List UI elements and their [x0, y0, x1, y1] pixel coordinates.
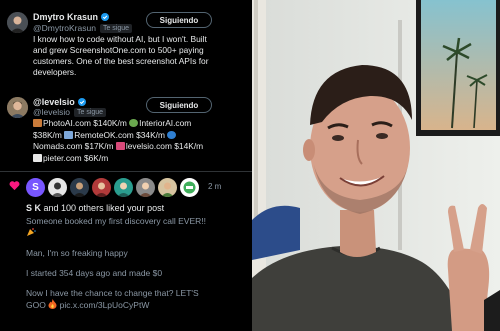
levelsio-handle-row: @levelsio Te sigue: [33, 107, 107, 117]
selfie-photo: [252, 0, 500, 331]
post-line: GOO: [26, 300, 46, 310]
bio-line: developers.: [33, 67, 77, 77]
levelsio-name-row: @levelsio: [33, 97, 86, 107]
selfie-photo-image: [252, 0, 500, 331]
avatar-liker[interactable]: [70, 178, 89, 197]
island-emoji-icon: [64, 130, 74, 139]
bio-remoteok: RemoteOK.com $34K/m: [74, 129, 165, 140]
post-line: Man, I'm so freaking happy: [26, 248, 128, 258]
bio-interiorai: InteriorAI.com: [139, 118, 192, 128]
dmytro-bio: I know how to code without AI, but I won…: [33, 34, 249, 78]
verified-badge-icon: [77, 98, 86, 106]
follows-you-badge: Te sigue: [73, 107, 107, 117]
x-notifications-panel: Dmytro Krasun @DmytroKrasun Te sigue Sig…: [0, 0, 252, 331]
likes-rest: and 100 others liked your post: [41, 203, 165, 213]
verified-badge-icon: [101, 13, 110, 21]
avatar-liker[interactable]: [136, 178, 155, 197]
avatar-liker[interactable]: [92, 178, 111, 197]
following-button-levelsio[interactable]: Siguiendo: [146, 97, 212, 113]
bio-line: and grew ScreenshotOne.com to 500+ payin…: [33, 45, 204, 55]
avatar-liker[interactable]: [114, 178, 133, 197]
likes-summary[interactable]: S K and 100 others liked your post: [26, 203, 164, 213]
bio-line: I know how to code without AI, but I won…: [33, 34, 207, 44]
fire-emoji-icon: [48, 299, 57, 309]
post-line: Someone booked my first discovery call E…: [26, 216, 206, 226]
levelsio-bio: PhotoAI.com $140K/m InteriorAI.com $38K/…: [33, 118, 249, 164]
post-line: I started 354 days ago and made $0: [26, 268, 163, 278]
laptop-emoji-icon: [33, 153, 42, 162]
dmytro-name-row: Dmytro Krasun: [33, 12, 110, 22]
likers-avatars: S: [26, 178, 199, 197]
divider: [0, 171, 252, 172]
plant-emoji-icon: [129, 119, 139, 127]
globe-emoji-icon: [167, 130, 177, 139]
dmytro-handle-row: @DmytroKrasun Te sigue: [33, 23, 133, 33]
dmytro-handle[interactable]: @DmytroKrasun: [33, 23, 96, 33]
party-popper-icon: [27, 228, 36, 236]
bio-photoai: PhotoAI.com $140K/m: [43, 118, 127, 128]
avatar-liker-image: [180, 178, 199, 197]
bio-pieter: pieter.com $6K/m: [43, 152, 109, 163]
avatar-liker[interactable]: S: [26, 178, 45, 197]
bio-line: PhotoAI.com $140K/m InteriorAI.com: [33, 118, 249, 130]
avatar-levelsio-image: [7, 97, 28, 118]
dmytro-name[interactable]: Dmytro Krasun: [33, 12, 98, 22]
heart-icon: [9, 181, 20, 191]
avatar-liker[interactable]: [48, 178, 67, 197]
avatar-liker-image: [158, 178, 177, 197]
avatar-liker[interactable]: [180, 178, 199, 197]
bio-interiorai-rev: $38K/m: [33, 129, 62, 140]
avatar-liker-image: [48, 178, 67, 197]
avatar-dmytro-image: [7, 12, 28, 33]
avatar-liker-image: [70, 178, 89, 197]
bio-line: customers. One of the best screenshot AP…: [33, 56, 209, 66]
avatar-levelsio[interactable]: [7, 97, 28, 118]
avatar-liker-image: [136, 178, 155, 197]
avatar-liker-image: [114, 178, 133, 197]
levelsio-name[interactable]: @levelsio: [33, 97, 75, 107]
bio-nomads: Nomads.com $17K/m: [33, 141, 114, 151]
post-line: Now I have the chance to change that? LE…: [26, 288, 199, 298]
levelsio-handle[interactable]: @levelsio: [33, 107, 70, 117]
following-button-dmytro[interactable]: Siguiendo: [146, 12, 212, 28]
bio-line: pieter.com $6K/m: [33, 153, 249, 165]
avatar-dmytro[interactable]: [7, 12, 28, 33]
bio-line: $38K/m RemoteOK.com $34K/m: [33, 130, 249, 142]
avatar-liker[interactable]: [158, 178, 177, 197]
bio-levelsio: levelsio.com $14K/m: [125, 141, 204, 151]
liked-post-text[interactable]: Someone booked my first discovery call E…: [26, 216, 248, 320]
camera-emoji-icon: [33, 119, 42, 127]
liker-name[interactable]: S K: [26, 203, 41, 213]
heart-emoji-icon: [115, 142, 125, 150]
avatar-liker-image: [92, 178, 111, 197]
notification-time: 2 m: [208, 182, 222, 191]
follows-you-badge: Te sigue: [99, 23, 133, 33]
post-image-link[interactable]: pic.x.com/3LpUoCyPtW: [60, 300, 150, 310]
bio-line: Nomads.com $17K/m levelsio.com $14K/m: [33, 141, 249, 153]
